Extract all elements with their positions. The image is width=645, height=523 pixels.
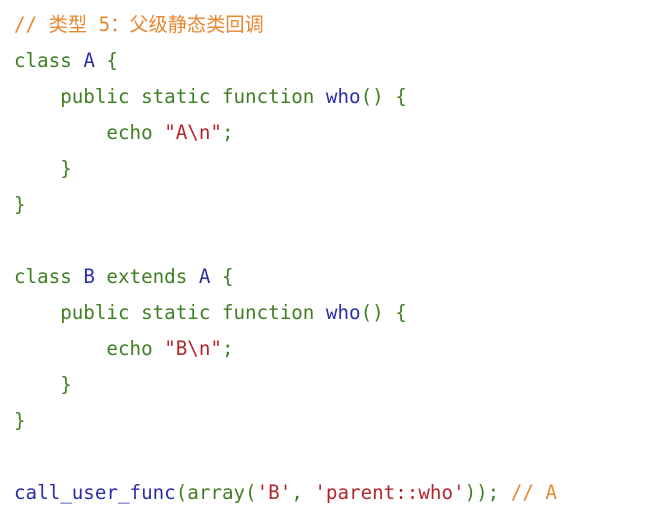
code-token: class — [14, 265, 84, 288]
identifier-token: B — [83, 265, 95, 288]
identifier-token: call_user_func — [14, 481, 176, 504]
code-line: call_user_func(array('B', 'parent::who')… — [14, 475, 645, 511]
code-line: } — [14, 403, 645, 439]
code-token: class — [14, 49, 84, 72]
code-token: } — [14, 409, 26, 432]
identifier-token: who — [325, 301, 361, 324]
code-token: () { — [360, 85, 407, 108]
code-token: echo — [14, 121, 165, 144]
code-token: { — [210, 265, 234, 288]
string-literal: "B\n" — [164, 337, 222, 360]
code-token: } — [14, 373, 72, 396]
code-token: { — [94, 49, 118, 72]
code-line: echo "A\n"; — [14, 115, 645, 151]
code-line: class A { — [14, 43, 645, 79]
code-comment: // 类型 5：父级静态类回调 — [14, 13, 264, 36]
string-literal: 'parent::who' — [314, 481, 465, 504]
code-comment: // A — [510, 481, 557, 504]
code-block: // 类型 5：父级静态类回调 class A { public static f… — [0, 0, 645, 511]
identifier-token: who — [325, 85, 361, 108]
code-line: public static function who() { — [14, 79, 645, 115]
code-token: } — [14, 157, 72, 180]
code-line: } — [14, 367, 645, 403]
code-line: } — [14, 187, 645, 223]
code-token: () { — [360, 301, 407, 324]
code-token: (array( — [175, 481, 257, 504]
code-token: public static function — [14, 301, 326, 324]
code-token: public static function — [14, 85, 326, 108]
code-token: ; — [221, 121, 234, 144]
identifier-token: A — [198, 265, 211, 288]
code-token: , — [291, 481, 315, 504]
code-token: )); — [464, 481, 511, 504]
code-line: public static function who() { — [14, 295, 645, 331]
code-line: // 类型 5：父级静态类回调 — [14, 7, 645, 43]
code-token: } — [14, 193, 26, 216]
string-literal: 'B' — [256, 481, 292, 504]
code-token: echo — [14, 337, 165, 360]
code-token: extends — [94, 265, 199, 288]
code-line: class B extends A { — [14, 259, 645, 295]
identifier-token: A — [83, 49, 95, 72]
code-line: } — [14, 151, 645, 187]
string-literal: "A\n" — [164, 121, 222, 144]
code-line: echo "B\n"; — [14, 331, 645, 367]
code-token: ; — [221, 337, 234, 360]
